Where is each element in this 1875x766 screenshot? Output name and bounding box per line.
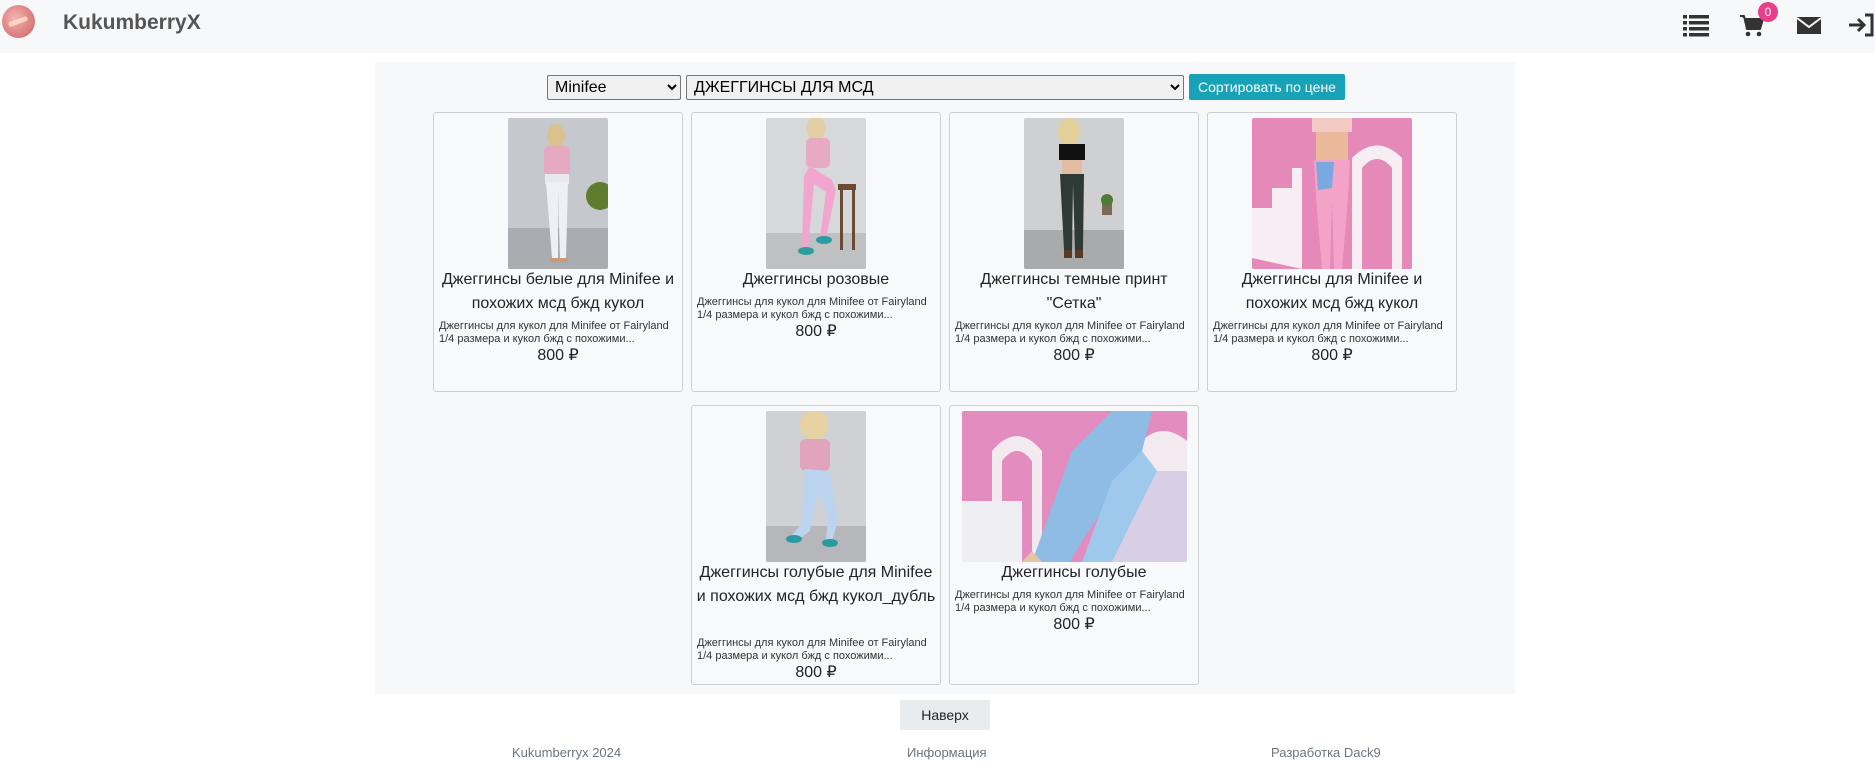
product-title[interactable]: Джеггинсы розовые [696, 268, 936, 292]
product-image[interactable] [962, 411, 1187, 562]
product-card[interactable]: Джеггинсы голубые Джеггинсы для кукол дл… [949, 405, 1199, 685]
brand-name[interactable]: KukumberryX [63, 11, 201, 35]
list-icon[interactable] [1681, 10, 1711, 40]
category-select[interactable]: ДЖЕГГИНСЫ ДЛЯ МСД [686, 75, 1184, 100]
sign-in-icon[interactable] [1845, 10, 1875, 40]
product-image[interactable] [766, 118, 866, 269]
product-description: Джеггинсы для кукол для Minifee от Fairy… [697, 296, 927, 321]
product-card[interactable]: Джеггинсы белые для Minifee и похожих мс… [433, 112, 683, 392]
product-image[interactable] [508, 118, 608, 269]
product-title[interactable]: Джеггинсы белые для Minifee и похожих мс… [438, 268, 678, 316]
product-image[interactable] [766, 411, 866, 562]
product-description: Джеггинсы для кукол для Minifee от Fairy… [697, 637, 927, 662]
brand-select[interactable]: Minifee [547, 75, 681, 100]
footer-copyright: Kukumberryx 2024 [512, 745, 622, 760]
product-price: 800 ₽ [1311, 347, 1353, 364]
product-description: Джеггинсы для кукол для Minifee от Fairy… [439, 320, 669, 345]
product-title[interactable]: Джеггинсы темные принт "Сетка" [954, 268, 1194, 316]
product-price: 800 ₽ [537, 347, 579, 364]
product-card[interactable]: Джеггинсы голубые для Minifee и похожих … [691, 405, 941, 685]
product-card[interactable]: Джеггинсы для Minifee и похожих мсд бжд … [1207, 112, 1457, 392]
product-title[interactable]: Джеггинсы для Minifee и похожих мсд бжд … [1212, 268, 1452, 316]
product-image[interactable] [1252, 118, 1412, 269]
footer-info-link[interactable]: Информация [907, 745, 987, 760]
product-price: 800 ₽ [795, 323, 837, 340]
product-title[interactable]: Джеггинсы голубые [954, 561, 1194, 585]
back-to-top-button[interactable]: Наверх [900, 700, 990, 730]
product-image[interactable] [1024, 118, 1124, 269]
product-card[interactable]: Джеггинсы темные принт "Сетка" Джеггинсы… [949, 112, 1199, 392]
footer-developer-link[interactable]: Разработка Dack9 [1271, 745, 1381, 760]
navbar: KukumberryX 0 [0, 0, 1875, 53]
product-title[interactable]: Джеггинсы голубые для Minifee и похожих … [696, 561, 936, 609]
mail-icon[interactable] [1794, 10, 1824, 40]
product-description: Джеггинсы для кукол для Minifee от Fairy… [1213, 320, 1443, 345]
product-description: Джеггинсы для кукол для Minifee от Fairy… [955, 589, 1185, 614]
logo[interactable] [2, 5, 35, 38]
product-price: 800 ₽ [795, 664, 837, 681]
sort-by-price-button[interactable]: Сортировать по цене [1189, 74, 1345, 100]
product-price: 800 ₽ [1053, 616, 1095, 633]
product-description: Джеггинсы для кукол для Minifee от Fairy… [955, 320, 1185, 345]
product-card[interactable]: Джеггинсы розовые Джеггинсы для кукол дл… [691, 112, 941, 392]
cart-count-badge: 0 [1758, 2, 1778, 22]
product-price: 800 ₽ [1053, 347, 1095, 364]
